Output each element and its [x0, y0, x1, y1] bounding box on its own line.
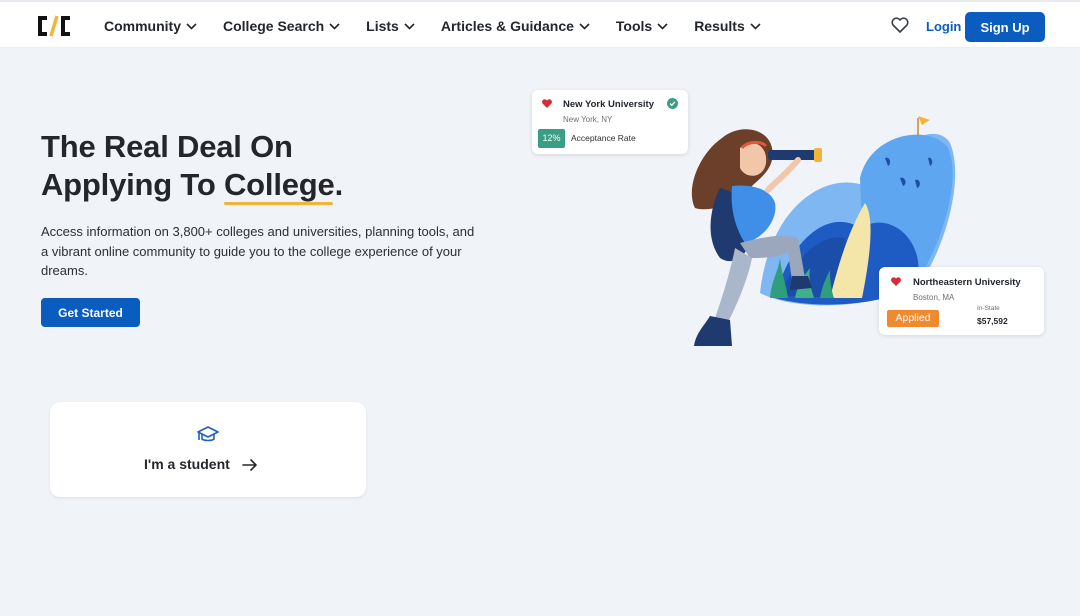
acceptance-rate-label: Acceptance Rate: [571, 133, 636, 143]
login-link[interactable]: Login: [926, 19, 961, 34]
heart-filled-icon[interactable]: [890, 276, 902, 287]
student-card-label: I'm a student: [144, 456, 230, 472]
nav-label: Articles & Guidance: [440, 18, 574, 34]
cost-value: $57,592: [977, 316, 1008, 326]
hero-title-line1: The Real Deal On: [41, 129, 293, 164]
nav-label: College Search: [223, 18, 325, 34]
nav-label: Lists: [366, 18, 399, 34]
hero-title-highlight: College: [224, 167, 335, 205]
nav-articles-guidance[interactable]: Articles & Guidance: [441, 18, 590, 34]
nav-label: Community: [104, 18, 181, 34]
college-location: New York, NY: [563, 115, 613, 124]
nav-results[interactable]: Results: [694, 18, 761, 34]
cost-label: In-State: [977, 305, 1000, 312]
applied-status-badge: Applied: [887, 310, 939, 327]
nav-lists[interactable]: Lists: [366, 18, 415, 34]
hero-description: Access information on 3,800+ colleges an…: [41, 224, 475, 278]
top-nav-bar: Community College Search Lists Articles …: [0, 0, 1080, 48]
nav-college-search[interactable]: College Search: [223, 18, 340, 34]
hero-title-prefix: Applying To: [41, 167, 224, 202]
main-nav: Community College Search Lists Articles …: [104, 2, 787, 50]
verified-check-icon: [667, 98, 678, 109]
acceptance-rate-badge: 12%: [538, 129, 565, 148]
chevron-down-icon: [404, 22, 415, 30]
graduation-cap-icon: [197, 426, 219, 442]
get-started-button[interactable]: Get Started: [41, 298, 140, 327]
hero-title: The Real Deal On Applying To College.: [41, 128, 344, 205]
chevron-down-icon: [186, 22, 197, 30]
chevron-down-icon: [657, 22, 668, 30]
chevron-down-icon: [750, 22, 761, 30]
arrow-right-icon: [242, 459, 257, 471]
hero-title-line2: Applying To College.: [41, 166, 344, 205]
collegeconfidential-logo[interactable]: [36, 14, 74, 38]
hero-title-suffix: .: [334, 167, 344, 202]
heart-icon[interactable]: [890, 16, 910, 34]
college-location: Boston, MA: [913, 293, 955, 302]
nav-label: Results: [694, 18, 745, 34]
signup-button[interactable]: Sign Up: [965, 12, 1045, 42]
nav-tools[interactable]: Tools: [616, 18, 668, 34]
chevron-down-icon: [579, 22, 590, 30]
nav-label: Tools: [615, 18, 653, 34]
nav-community[interactable]: Community: [104, 18, 197, 34]
college-name: Northeastern University: [913, 277, 1021, 288]
student-card[interactable]: [50, 402, 366, 497]
heart-filled-icon[interactable]: [541, 98, 553, 109]
chevron-down-icon: [329, 22, 340, 30]
college-name: New York University: [563, 99, 654, 110]
